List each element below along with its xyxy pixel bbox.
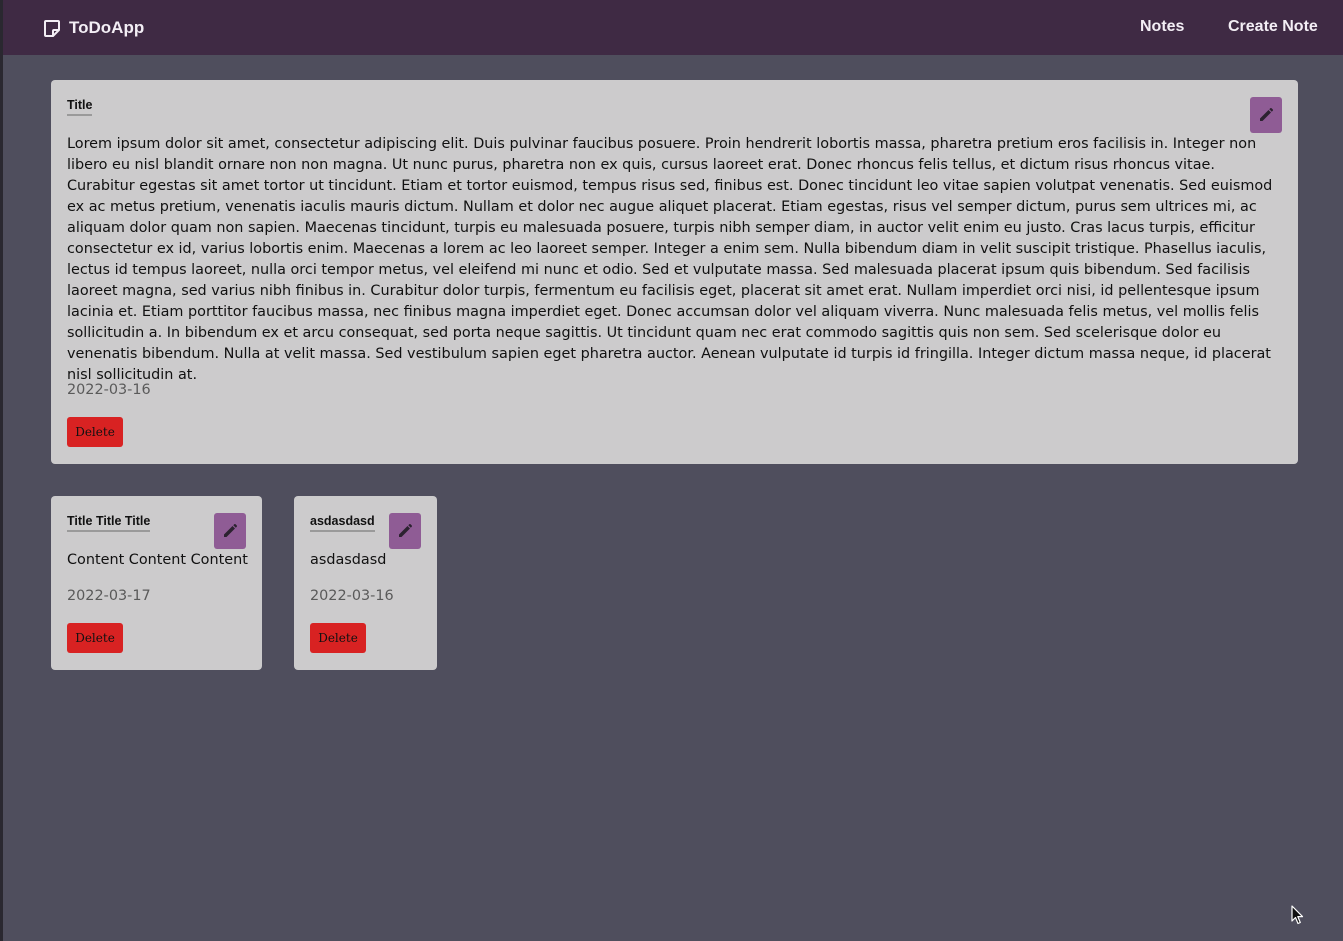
note-card: Title Title Title Content Content Conten… xyxy=(51,496,262,670)
note-title: Title Title Title xyxy=(67,514,151,532)
nav-notes-link[interactable]: Notes xyxy=(1140,18,1184,36)
window-edge xyxy=(0,0,3,941)
note-content: Lorem ipsum dolor sit amet, consectetur … xyxy=(67,136,1273,383)
note-title: Title xyxy=(67,98,93,116)
note-card: Title Lorem ipsum dolor sit amet, consec… xyxy=(51,80,1298,464)
edit-note-button[interactable] xyxy=(1250,97,1282,133)
edit-note-button[interactable] xyxy=(389,513,421,549)
navbar: ToDoApp Notes Create Note xyxy=(3,0,1343,55)
note-content: Content Content Content xyxy=(67,552,248,568)
nav-create-note-link[interactable]: Create Note xyxy=(1228,18,1318,36)
mouse-pointer-icon xyxy=(1291,905,1304,925)
note-icon xyxy=(44,20,60,37)
pencil-icon xyxy=(399,524,412,537)
note-date: 2022-03-16 xyxy=(310,588,394,604)
pencil-icon xyxy=(1260,108,1273,121)
note-content: asdasdasd xyxy=(310,552,387,568)
note-date: 2022-03-17 xyxy=(67,588,151,604)
delete-note-button[interactable]: Delete xyxy=(67,417,123,447)
delete-note-button[interactable]: Delete xyxy=(310,623,366,653)
pencil-icon xyxy=(224,524,237,537)
delete-note-button[interactable]: Delete xyxy=(67,623,123,653)
note-card: asdasdasd asdasdasd 2022-03-16 Delete xyxy=(294,496,437,670)
note-date: 2022-03-16 xyxy=(67,382,151,398)
edit-note-button[interactable] xyxy=(214,513,246,549)
note-title: asdasdasd xyxy=(310,514,375,532)
brand-link[interactable]: ToDoApp xyxy=(43,17,144,39)
brand-name: ToDoApp xyxy=(69,18,145,37)
